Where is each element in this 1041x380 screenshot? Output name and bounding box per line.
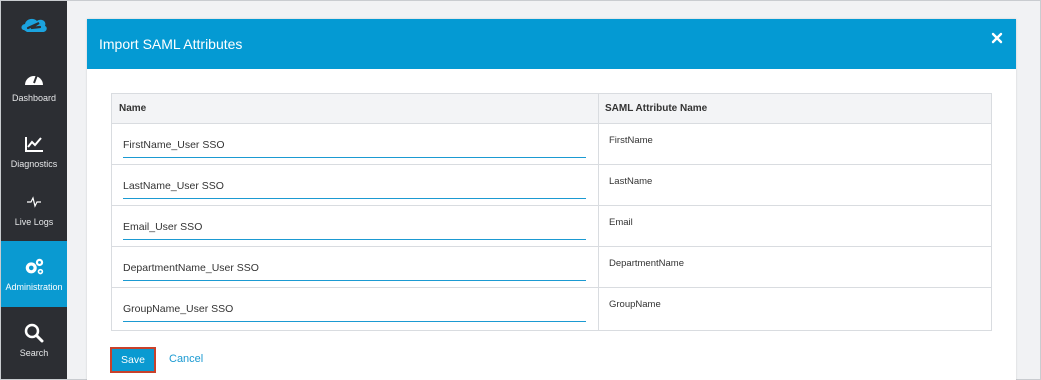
- save-button[interactable]: Save: [110, 347, 156, 373]
- table-row: Email: [112, 206, 991, 247]
- sidebar-item-label: Dashboard: [11, 93, 57, 103]
- name-field[interactable]: [123, 215, 586, 240]
- table-row: FirstName: [112, 124, 991, 165]
- cancel-button[interactable]: Cancel: [169, 353, 203, 365]
- sidebar-item-diagnostics[interactable]: Diagnostics: [1, 118, 67, 184]
- column-header-saml-attribute-name: SAML Attribute Name: [605, 103, 708, 114]
- modal-title: Import SAML Attributes: [99, 36, 243, 52]
- zscaler-cloud-icon[interactable]: [1, 1, 67, 51]
- name-field[interactable]: [123, 133, 586, 158]
- sidebar-item-label: Administration: [5, 282, 63, 292]
- table-row: GroupName: [112, 288, 991, 329]
- table-row: LastName: [112, 165, 991, 206]
- saml-attributes-table: Name SAML Attribute Name FirstName LastN…: [111, 93, 992, 331]
- sidebar-item-search[interactable]: Search: [1, 307, 67, 373]
- saml-attribute-value: FirstName: [609, 135, 653, 146]
- column-header-name: Name: [119, 103, 147, 114]
- sidebar: Dashboard Diagnostics Live Logs Administ…: [1, 1, 67, 379]
- column-divider: [598, 94, 599, 330]
- table-row: DepartmentName: [112, 247, 991, 288]
- saml-attribute-value: DepartmentName: [609, 258, 684, 269]
- table-header: Name SAML Attribute Name: [112, 94, 991, 124]
- close-icon[interactable]: [990, 31, 1004, 45]
- line-chart-icon: [23, 133, 45, 155]
- pulse-icon: [23, 191, 45, 213]
- sidebar-item-label: Diagnostics: [10, 159, 58, 169]
- sidebar-item-live-logs[interactable]: Live Logs: [1, 176, 67, 242]
- gears-icon: [23, 256, 45, 278]
- saml-attribute-value: LastName: [609, 176, 653, 187]
- saml-attribute-value: GroupName: [609, 299, 661, 310]
- sidebar-item-administration[interactable]: Administration: [1, 241, 67, 307]
- speedometer-icon: [23, 67, 45, 89]
- name-field[interactable]: [123, 297, 586, 322]
- name-field[interactable]: [123, 174, 586, 199]
- search-icon: [23, 322, 45, 344]
- import-saml-modal: Import SAML Attributes Name SAML Attribu…: [87, 19, 1016, 380]
- modal-header: Import SAML Attributes: [87, 19, 1016, 69]
- sidebar-item-dashboard[interactable]: Dashboard: [1, 52, 67, 118]
- saml-attribute-value: Email: [609, 217, 633, 228]
- sidebar-item-label: Live Logs: [14, 217, 54, 227]
- sidebar-item-label: Search: [19, 348, 49, 358]
- name-field[interactable]: [123, 256, 586, 281]
